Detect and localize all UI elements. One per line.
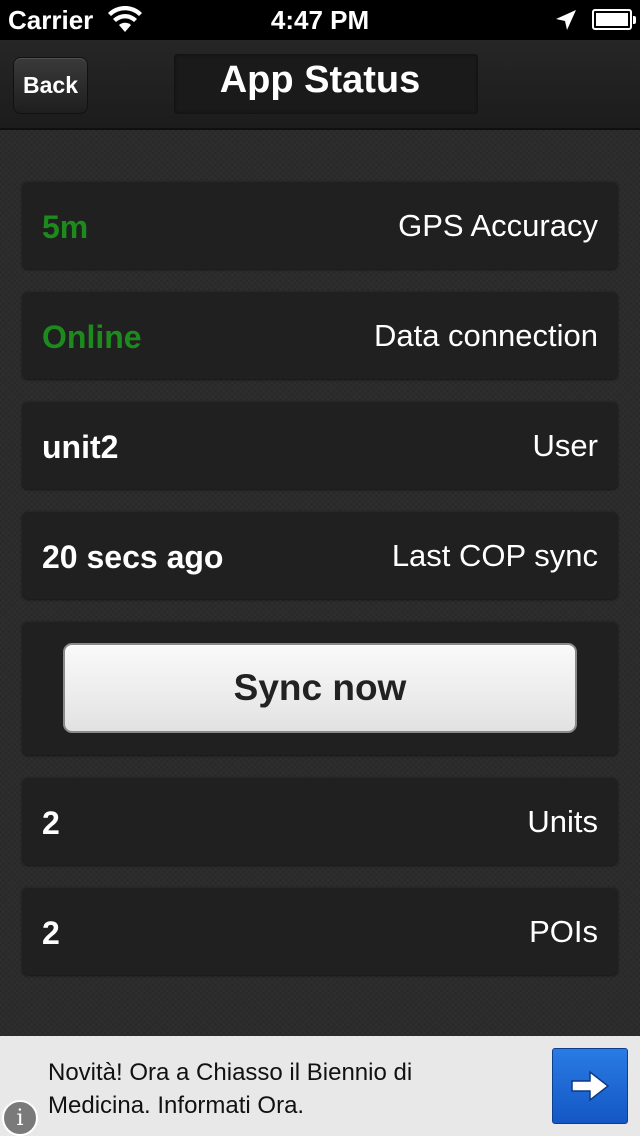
ad-open-button[interactable]	[552, 1048, 628, 1124]
page-title: App Status	[219, 59, 421, 101]
status-bar: Carrier 4:47 PM	[0, 0, 640, 40]
ad-text-line-2: Medicina. Informati Ora.	[48, 1092, 305, 1119]
last-sync-label: Last COP sync	[391, 538, 598, 573]
pois-count: 2	[42, 915, 60, 951]
ad-text[interactable]: Novità! Ora a Chiasso il Biennio di Medi…	[48, 1056, 518, 1122]
location-arrow-icon	[556, 10, 576, 30]
pois-label: POIs	[529, 914, 598, 949]
arrow-right-icon	[571, 1070, 610, 1102]
units-label: Units	[527, 804, 598, 839]
sync-row: Sync now	[22, 621, 618, 755]
last-sync-value: 20 secs ago	[42, 539, 224, 575]
gps-accuracy-row: 5m GPS Accuracy	[22, 181, 618, 269]
data-connection-row: Online Data connection	[22, 291, 618, 379]
units-row: 2 Units	[22, 777, 618, 865]
navigation-bar: Back App Status	[0, 40, 640, 130]
pois-row: 2 POIs	[22, 887, 618, 975]
data-connection-label: Data connection	[373, 318, 598, 353]
user-label: User	[532, 428, 598, 463]
user-value: unit2	[42, 429, 119, 465]
gps-accuracy-label: GPS Accuracy	[398, 208, 598, 243]
sync-now-button[interactable]: Sync now	[63, 643, 577, 733]
info-icon[interactable]: i	[2, 1100, 38, 1136]
units-count: 2	[42, 805, 60, 841]
data-connection-value: Online	[42, 319, 142, 355]
battery-icon	[592, 9, 636, 30]
user-row: unit2 User	[22, 401, 618, 489]
gps-accuracy-value: 5m	[42, 209, 89, 245]
ad-text-line-1: Novità! Ora a Chiasso il Biennio di	[48, 1059, 413, 1086]
ad-banner[interactable]: Novità! Ora a Chiasso il Biennio di Medi…	[0, 1036, 640, 1136]
clock: 4:47 PM	[270, 5, 370, 35]
last-sync-row: 20 secs ago Last COP sync	[22, 511, 618, 599]
